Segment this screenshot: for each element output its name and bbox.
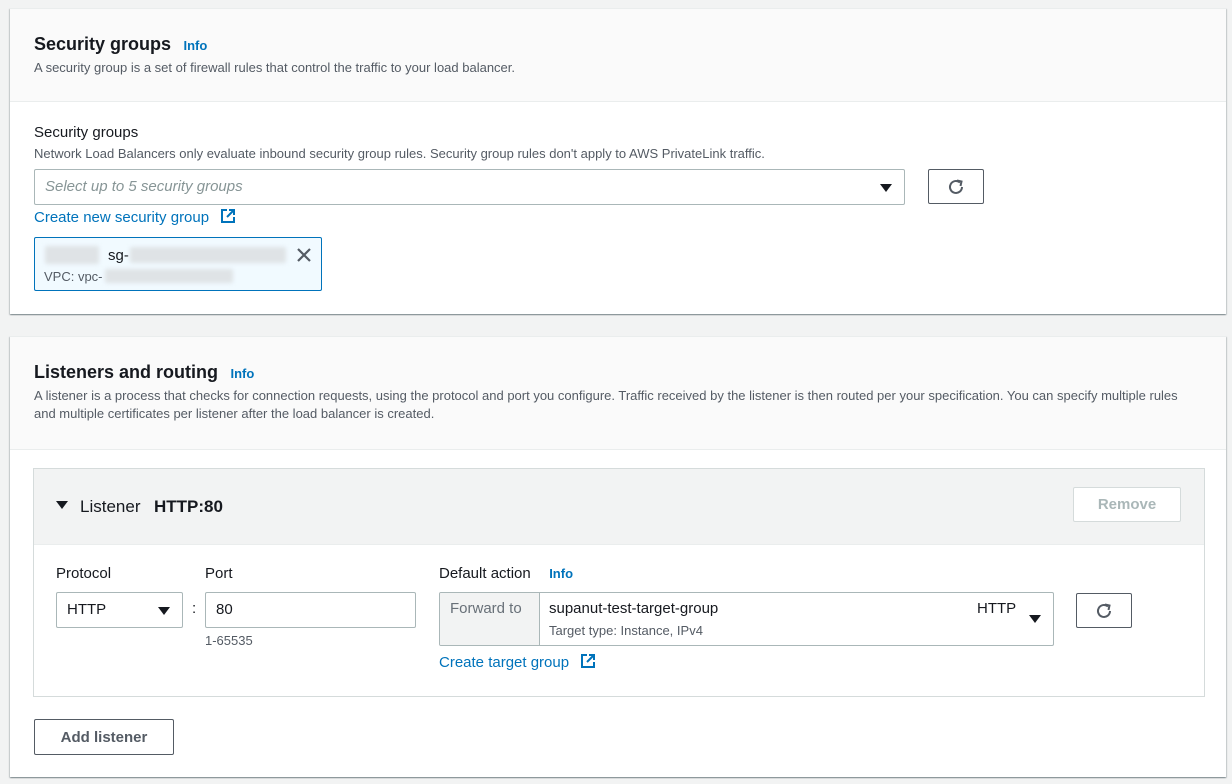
security-group-id-redacted: [130, 247, 286, 263]
target-group-name: supanut-test-target-group: [549, 600, 719, 617]
create-security-group-link[interactable]: Create new security group: [34, 208, 236, 227]
selected-security-group-token: sg- VPC: vpc-: [34, 237, 322, 291]
listener-card: Listener HTTP:80 Remove Protocol HTTP : …: [33, 468, 1205, 697]
port-hint: 1-65535: [205, 633, 253, 648]
add-listener-button[interactable]: Add listener: [34, 719, 174, 755]
close-icon[interactable]: [295, 246, 313, 264]
security-groups-field-label: Security groups: [34, 124, 139, 141]
add-listener-label: Add listener: [60, 728, 148, 746]
listeners-routing-header: Listeners and routing Info A listener is…: [10, 337, 1226, 450]
security-groups-panel: Security groups Info A security group is…: [10, 8, 1226, 314]
create-target-group-link[interactable]: Create target group: [439, 653, 596, 672]
refresh-security-groups-button[interactable]: [928, 169, 984, 204]
chevron-down-icon: [1029, 615, 1041, 623]
create-security-group-link-label[interactable]: Create new security group: [34, 209, 209, 226]
protocol-label: Protocol: [56, 565, 112, 582]
listeners-routing-description: A listener is a process that checks for …: [34, 388, 1178, 421]
refresh-icon: [949, 179, 963, 194]
default-action-info-link[interactable]: Info: [549, 566, 573, 581]
listener-prefix: Listener: [80, 497, 141, 516]
security-groups-description: A security group is a set of firewall ru…: [34, 60, 516, 75]
port-input[interactable]: 80: [205, 592, 416, 628]
refresh-icon: [1097, 603, 1111, 618]
remove-listener-button[interactable]: Remove: [1073, 487, 1181, 522]
vpc-id-redacted: [105, 269, 233, 283]
external-link-icon: [580, 654, 595, 668]
remove-listener-label: Remove: [1097, 496, 1157, 513]
security-group-name-redacted: [45, 246, 99, 264]
refresh-target-groups-button[interactable]: [1076, 593, 1132, 628]
default-action-select[interactable]: Forward to supanut-test-target-group Tar…: [439, 592, 1054, 646]
listeners-routing-title: Listeners and routing: [34, 362, 219, 382]
default-action-label-row: Default action Info: [439, 564, 573, 584]
target-group-protocol: HTTP: [977, 600, 1017, 617]
security-groups-info-link[interactable]: Info: [183, 38, 207, 53]
security-groups-field-hint: Network Load Balancers only evaluate inb…: [34, 146, 765, 161]
security-groups-title: Security groups: [34, 34, 172, 54]
protocol-value: HTTP: [67, 601, 107, 618]
listeners-routing-panel: Listeners and routing Info A listener is…: [10, 336, 1226, 777]
listener-name: HTTP:80: [154, 497, 223, 516]
protocol-port-separator: :: [192, 600, 197, 617]
create-target-group-link-label[interactable]: Create target group: [439, 654, 569, 671]
default-action-label: Default action: [439, 565, 531, 582]
port-label: Port: [205, 565, 233, 582]
protocol-select[interactable]: HTTP: [56, 592, 183, 628]
port-value: 80: [216, 601, 233, 618]
listener-card-header: Listener HTTP:80 Remove: [34, 469, 1204, 545]
chevron-down-icon: [158, 607, 170, 615]
vpc-id-prefix: VPC: vpc-: [44, 269, 103, 284]
listeners-routing-info-link[interactable]: Info: [230, 366, 254, 381]
security-group-id-prefix: sg-: [108, 247, 129, 264]
security-groups-select-placeholder: Select up to 5 security groups: [45, 178, 243, 195]
caret-down-icon[interactable]: [56, 501, 68, 509]
security-groups-header: Security groups Info A security group is…: [10, 9, 1226, 102]
forward-to-label: Forward to: [450, 600, 522, 617]
chevron-down-icon: [880, 184, 892, 192]
target-type: Target type: Instance, IPv4: [549, 623, 703, 638]
external-link-icon: [220, 209, 235, 223]
security-groups-select[interactable]: Select up to 5 security groups: [34, 169, 905, 205]
forward-to-addon: Forward to: [440, 593, 540, 645]
